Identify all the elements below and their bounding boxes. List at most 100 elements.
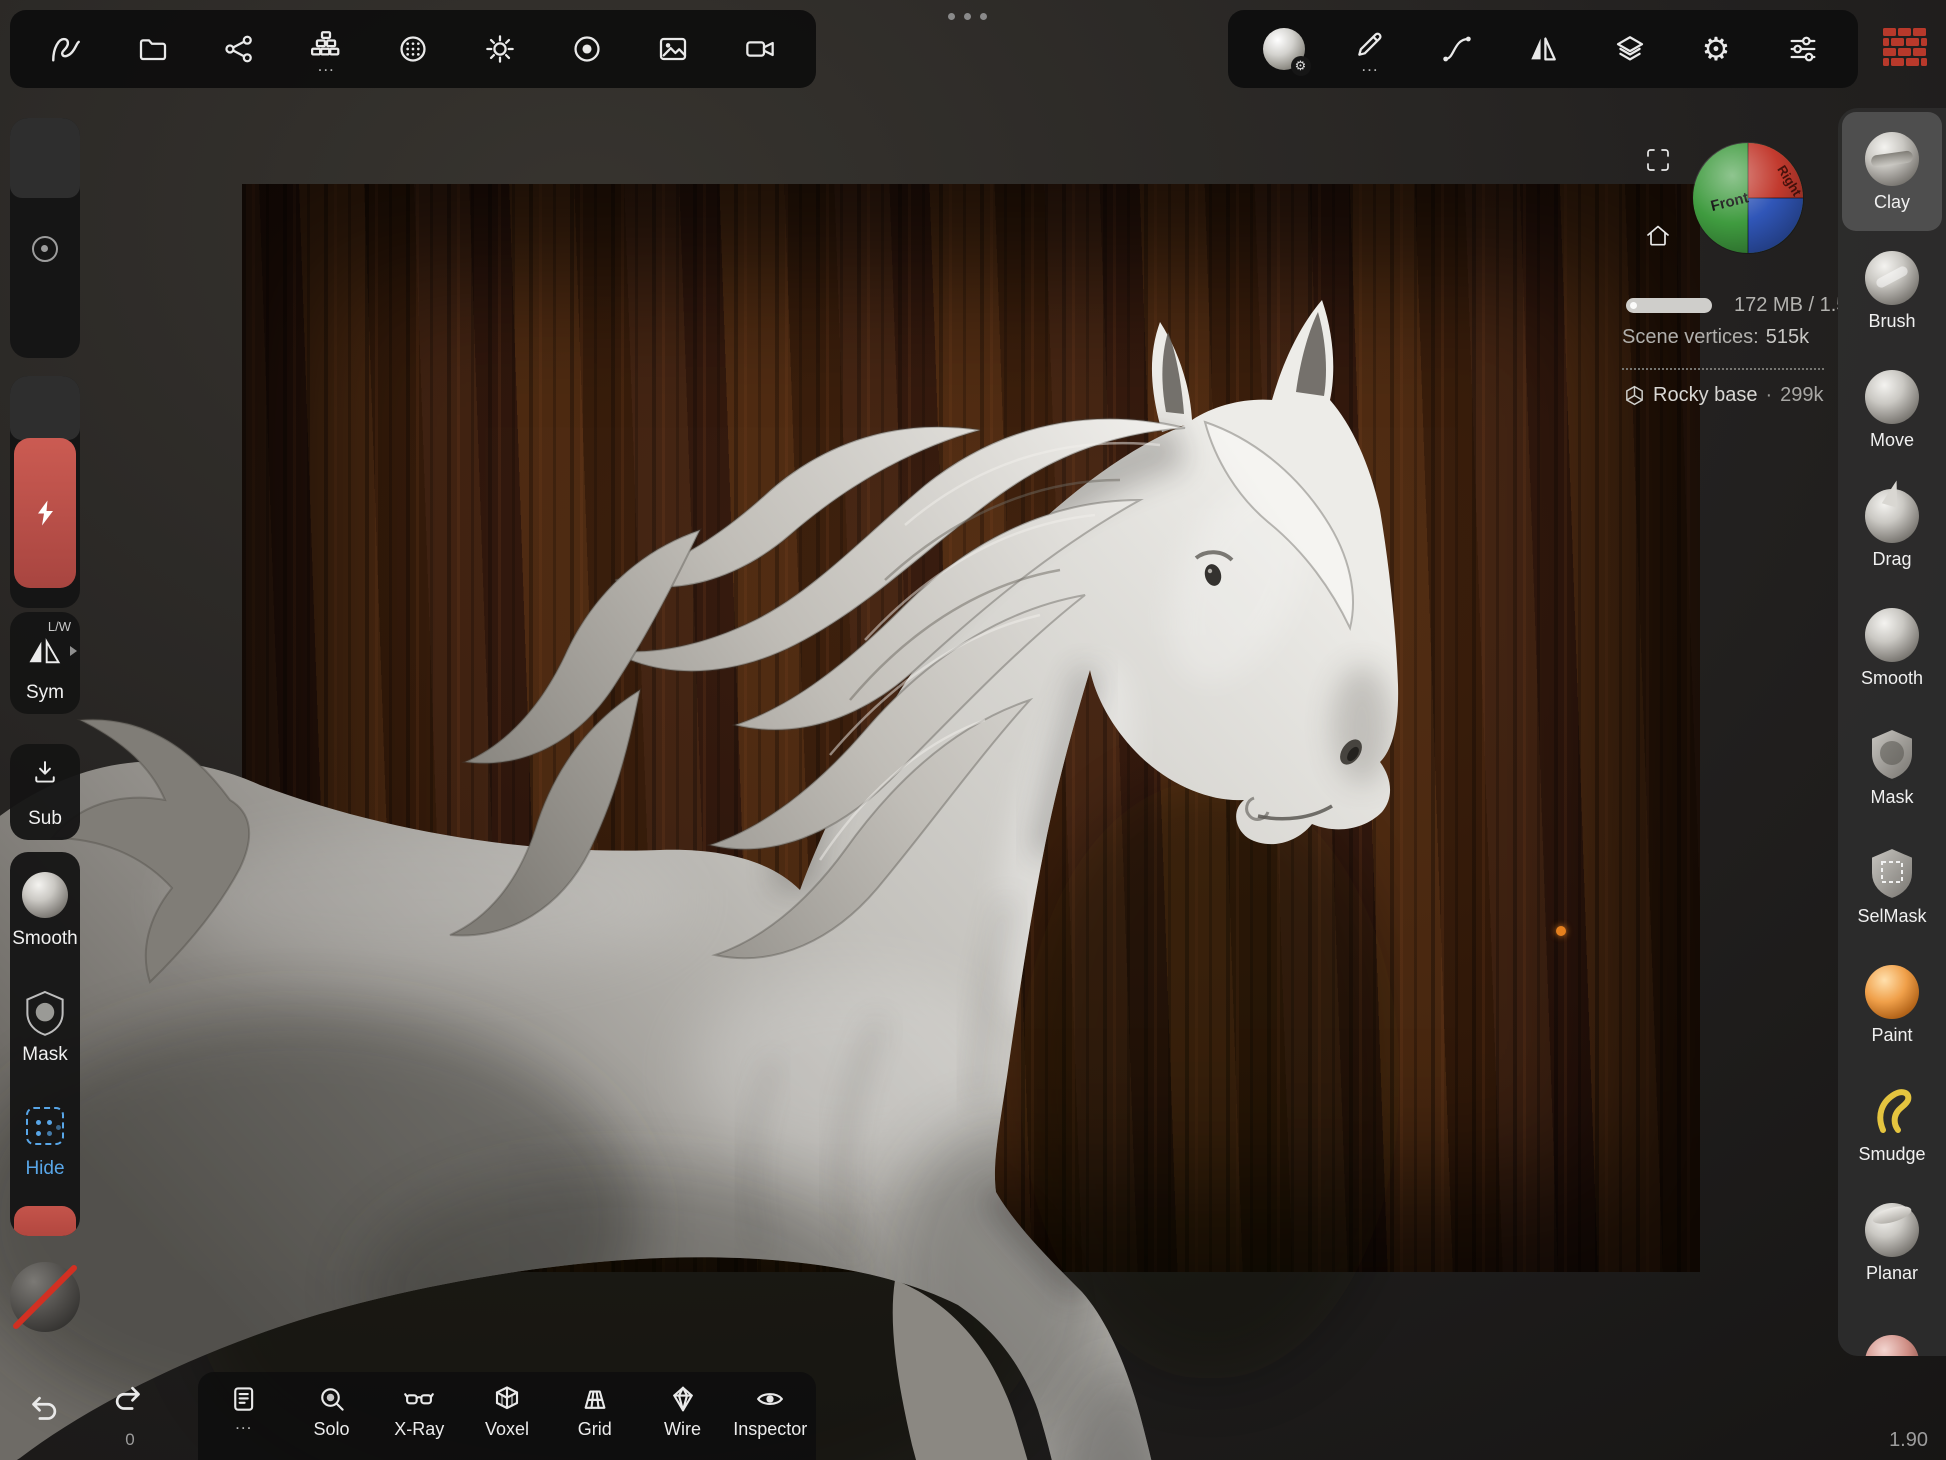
- tool-selmask[interactable]: SelMask: [1842, 826, 1942, 945]
- app-window: ...: [0, 0, 1946, 1460]
- history-more-dots: ...: [235, 1420, 252, 1428]
- sub-label: Sub: [10, 808, 80, 830]
- intensity-slider[interactable]: [10, 376, 80, 608]
- wireframe-diamond-icon: [668, 1384, 698, 1414]
- hide-quick-label: Hide: [10, 1158, 80, 1180]
- lighting-sun-icon: [484, 33, 516, 65]
- symmetry-button[interactable]: [1512, 14, 1574, 84]
- background-image-button[interactable]: [642, 14, 704, 84]
- material-button[interactable]: ⚙: [1253, 14, 1315, 84]
- intensity-slider-fill[interactable]: [14, 438, 76, 588]
- tool-mask[interactable]: Mask: [1842, 707, 1942, 826]
- sym-expand-chevron-icon[interactable]: [70, 646, 77, 656]
- clipped-tool-sphere-icon: [1865, 1335, 1919, 1357]
- solo-toggle[interactable]: Solo: [290, 1380, 374, 1460]
- bottom-item-label: Wire: [664, 1420, 701, 1438]
- lightning-bolt-icon: [33, 499, 57, 527]
- history-count: 0: [108, 1430, 152, 1450]
- voxel-toggle[interactable]: Voxel: [465, 1380, 549, 1460]
- layers-button[interactable]: [1599, 14, 1661, 84]
- multires-button[interactable]: ...: [295, 14, 357, 84]
- voxel-cube-icon: [492, 1384, 522, 1414]
- history-book-icon: [229, 1384, 259, 1414]
- tool-paint[interactable]: Paint: [1842, 945, 1942, 1064]
- clipped-red-quick-item[interactable]: [14, 1206, 76, 1236]
- sym-mini-label: L/W: [48, 619, 71, 634]
- render-button[interactable]: [556, 14, 618, 84]
- tool-planar[interactable]: Planar: [1842, 1183, 1942, 1302]
- mesh-list-entry[interactable]: Rocky base · 299k: [1624, 384, 1824, 407]
- xray-toggle[interactable]: X-Ray: [377, 1380, 461, 1460]
- smooth-quick-icon[interactable]: [22, 872, 68, 918]
- bottom-toolbar: ... Solo X-Ray Voxel Grid: [198, 1372, 816, 1460]
- material-sphere-icon: ⚙: [1263, 28, 1305, 70]
- bottom-item-label: Solo: [313, 1420, 349, 1438]
- home-view-button[interactable]: [1644, 222, 1672, 250]
- scene-vertices-value: 515k: [1766, 326, 1809, 348]
- fullscreen-button[interactable]: [1644, 146, 1672, 174]
- memory-text: 172 MB / 1.5: [1734, 294, 1838, 317]
- wireframe-toggle[interactable]: Wire: [641, 1380, 725, 1460]
- tool-smooth[interactable]: Smooth: [1842, 588, 1942, 707]
- files-folder-icon: [137, 33, 169, 65]
- scene-graph-button[interactable]: [208, 14, 270, 84]
- zoom-scale-label: 1.90: [1889, 1429, 1928, 1452]
- tool-smudge[interactable]: Smudge: [1842, 1064, 1942, 1183]
- bottom-item-label: Voxel: [485, 1420, 529, 1438]
- stroke-button[interactable]: ...: [1339, 14, 1401, 84]
- hide-quick-icon[interactable]: [26, 1107, 64, 1145]
- tool-brush[interactable]: Brush: [1842, 231, 1942, 350]
- orientation-gizmo[interactable]: Front Right: [1692, 142, 1804, 254]
- tool-label: Brush: [1868, 312, 1915, 330]
- subdivide-button[interactable]: Sub: [10, 744, 80, 840]
- tool-drag[interactable]: Drag: [1842, 469, 1942, 588]
- undo-button[interactable]: [24, 1390, 62, 1428]
- mesh-count: 299k: [1780, 384, 1823, 407]
- app-menu-button[interactable]: [35, 14, 97, 84]
- red-bricks-icon: [1882, 22, 1928, 72]
- smooth-quick-label: Smooth: [10, 928, 80, 950]
- mesh-dot: ·: [1766, 384, 1773, 407]
- xray-glasses-icon: [404, 1384, 434, 1414]
- mask-quick-icon[interactable]: [24, 990, 66, 1036]
- mask-quick-label: Mask: [10, 1044, 80, 1066]
- camera-button[interactable]: [729, 14, 791, 84]
- layers-icon: [1614, 33, 1646, 65]
- history-panel-button[interactable]: ...: [202, 1380, 286, 1460]
- tool-clipped-next[interactable]: [1842, 1302, 1942, 1356]
- mesh-name: Rocky base: [1653, 384, 1758, 407]
- lighting-button[interactable]: [469, 14, 531, 84]
- matcap-disabled-sphere[interactable]: [10, 1262, 80, 1332]
- tool-clay[interactable]: Clay: [1842, 112, 1942, 231]
- files-button[interactable]: [122, 14, 184, 84]
- red-bricks-button[interactable]: [1882, 22, 1928, 72]
- redo-button[interactable]: [110, 1380, 148, 1418]
- right-toolbox-panel: Clay Brush Move Drag Smooth Mask: [1838, 108, 1946, 1356]
- symmetry-quick-button[interactable]: L/W Sym: [10, 612, 80, 714]
- voxel-remesh-button[interactable]: [382, 14, 444, 84]
- mask-shield-icon: [1867, 727, 1917, 781]
- scene-graph-icon: [223, 33, 255, 65]
- drag-handle-dots-icon[interactable]: [948, 13, 987, 20]
- tool-move[interactable]: Move: [1842, 350, 1942, 469]
- left-quick-tool-stack: Smooth Mask Hide: [10, 852, 80, 1236]
- mesh-hexagon-icon: [1624, 385, 1645, 406]
- bottom-item-label: Grid: [578, 1420, 612, 1438]
- horse-sculpture-mesh[interactable]: [0, 200, 1400, 1460]
- grid-plane-icon: [580, 1384, 610, 1414]
- tool-label: Move: [1870, 431, 1914, 449]
- radius-slider[interactable]: [10, 118, 80, 358]
- falloff-button[interactable]: [1426, 14, 1488, 84]
- radius-slider-fill: [10, 118, 80, 198]
- memory-gauge: [1626, 298, 1712, 313]
- tool-label: SelMask: [1857, 907, 1926, 925]
- inspector-toggle[interactable]: Inspector: [728, 1380, 812, 1460]
- inspector-eye-icon: [755, 1384, 785, 1414]
- grid-toggle[interactable]: Grid: [553, 1380, 637, 1460]
- brush-sphere-icon: [1865, 251, 1919, 305]
- settings-button[interactable]: ⚙: [1685, 14, 1747, 84]
- clay-sphere-icon: [1865, 132, 1919, 186]
- postprocess-button[interactable]: [1772, 14, 1834, 84]
- tool-label: Smudge: [1858, 1145, 1925, 1163]
- intensity-slider-track: [10, 376, 80, 440]
